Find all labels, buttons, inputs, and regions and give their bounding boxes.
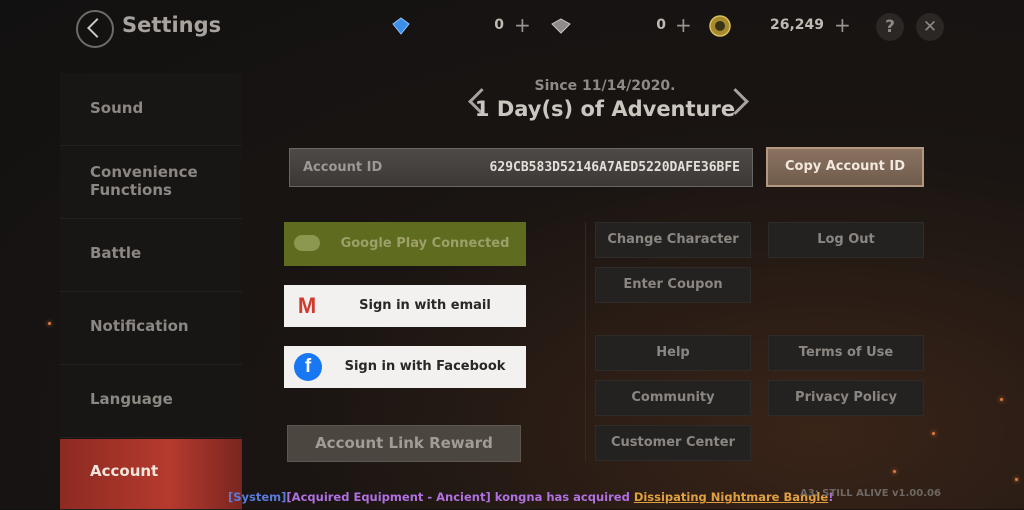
silver-diamond-count: 0 <box>656 17 666 33</box>
sidebar-item-convenience-functions[interactable]: Convenience Functions <box>60 146 242 219</box>
system-player-text: kongna has acquired <box>490 490 634 504</box>
sidebar-item-battle[interactable]: Battle <box>60 219 242 292</box>
system-category: [Acquired Equipment - Ancient] <box>286 490 491 504</box>
sidebar-item-label: Convenience Functions <box>90 163 198 199</box>
since-date: Since 11/14/2020. <box>534 78 676 94</box>
sidebar-item-language[interactable]: Language <box>60 365 242 438</box>
sidebar-item-label: Battle <box>90 244 142 262</box>
facebook-signin-label: Sign in with Facebook <box>344 359 506 374</box>
email-signin-button[interactable]: M Sign in with email <box>284 285 526 327</box>
system-chat-message: [System][Acquired Equipment - Ancient] k… <box>228 490 833 504</box>
blue-diamond-count: 0 <box>494 17 504 33</box>
settings-sidebar: Sound Convenience Functions Battle Notif… <box>60 73 242 510</box>
enter-coupon-button[interactable]: Enter Coupon <box>595 267 751 303</box>
logout-button[interactable]: Log Out <box>768 222 924 258</box>
page-title: Settings <box>122 13 222 37</box>
community-button[interactable]: Community <box>595 380 751 416</box>
sidebar-item-label: Account <box>90 462 159 480</box>
customer-center-button[interactable]: Customer Center <box>595 425 751 461</box>
ember-particle <box>48 322 51 325</box>
facebook-icon: f <box>294 353 322 381</box>
gold-coin-count: 26,249 <box>769 17 824 33</box>
help-button[interactable]: ? <box>876 13 904 41</box>
ember-particle <box>932 432 935 435</box>
account-id-value: 629CB583D52146A7AED5220DAFE36BFE <box>489 160 740 175</box>
terms-of-use-button[interactable]: Terms of Use <box>768 335 924 371</box>
copy-account-id-button[interactable]: Copy Account ID <box>766 147 924 187</box>
adventure-days: 1 Day(s) of Adventure <box>474 97 736 121</box>
sidebar-item-account[interactable]: Account <box>60 439 242 510</box>
sidebar-item-label: Sound <box>90 99 144 117</box>
google-play-button[interactable]: Google Play Connected <box>284 222 526 266</box>
account-id-label: Account ID <box>303 160 383 175</box>
blue-diamond-add-button[interactable]: + <box>514 13 531 37</box>
email-signin-label: Sign in with email <box>359 298 491 313</box>
change-character-button[interactable]: Change Character <box>595 222 751 258</box>
gmail-icon: M <box>297 293 317 318</box>
ember-particle <box>893 470 896 473</box>
gold-coin-add-button[interactable]: + <box>834 13 851 37</box>
silver-diamond-add-button[interactable]: + <box>675 13 692 37</box>
google-play-label: Google Play Connected <box>340 236 510 251</box>
help-link-button[interactable]: Help <box>595 335 751 371</box>
gamepad-icon <box>294 235 320 251</box>
system-prefix: [System] <box>228 490 287 504</box>
top-bar: Settings 0 + 0 + 26,249 + ? ✕ <box>0 0 1024 54</box>
account-link-reward-button[interactable]: Account Link Reward <box>287 425 521 462</box>
ember-particle <box>1000 398 1003 401</box>
facebook-signin-button[interactable]: f Sign in with Facebook <box>284 346 526 388</box>
sidebar-item-label: Notification <box>90 317 189 335</box>
back-button[interactable] <box>76 10 114 48</box>
blue-diamond-icon <box>392 17 410 35</box>
column-divider <box>585 222 586 462</box>
sidebar-item-label: Language <box>90 390 173 408</box>
gold-coin-icon <box>709 15 731 37</box>
account-id-field: Account ID 629CB583D52146A7AED5220DAFE36… <box>289 148 753 187</box>
sidebar-item-sound[interactable]: Sound <box>60 73 242 146</box>
silver-diamond-icon <box>551 18 571 34</box>
close-button[interactable]: ✕ <box>916 13 944 41</box>
version-label: A3: STILL ALIVE v1.00.06 <box>800 488 941 499</box>
privacy-policy-button[interactable]: Privacy Policy <box>768 380 924 416</box>
ember-particle <box>1015 478 1018 481</box>
sidebar-item-notification[interactable]: Notification <box>60 292 242 365</box>
